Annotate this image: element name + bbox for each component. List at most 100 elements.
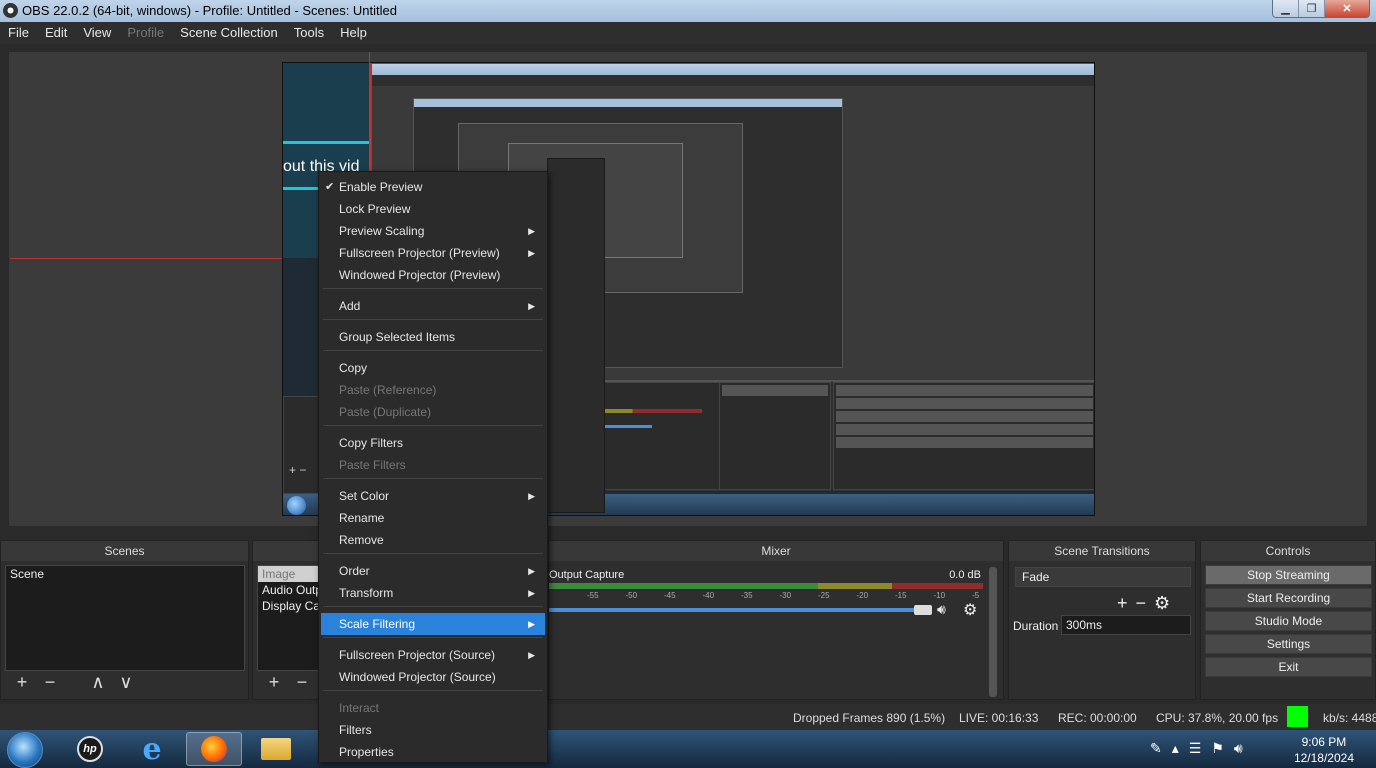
file-explorer-icon[interactable]	[248, 732, 304, 766]
start-button[interactable]	[7, 732, 43, 768]
context-item-rename[interactable]: Rename	[321, 507, 545, 529]
menu-file[interactable]: File	[0, 22, 37, 44]
maximize-button[interactable]: ❐	[1299, 0, 1325, 17]
context-item-set-color[interactable]: Set Color ▶	[321, 485, 545, 507]
obs-logo-icon	[3, 3, 18, 18]
duration-field[interactable]: 300ms	[1061, 615, 1191, 635]
context-item-copy[interactable]: Copy	[321, 357, 545, 379]
gear-icon[interactable]: ⚙	[1154, 593, 1170, 614]
context-item-remove[interactable]: Remove	[321, 529, 545, 551]
volume-slider[interactable]	[549, 608, 923, 612]
context-item-label: Paste (Duplicate)	[339, 405, 432, 419]
recursive-control-button	[836, 437, 1093, 448]
clock-time: 9:06 PM	[1301, 735, 1347, 749]
meter-tick-label: -50	[625, 591, 638, 600]
context-item-group-selected-items[interactable]: Group Selected Items	[321, 326, 545, 348]
context-item-filters[interactable]: Filters	[321, 719, 545, 741]
scenes-list[interactable]: Scene	[5, 565, 245, 671]
firefox-icon[interactable]	[186, 732, 242, 766]
recursive-control-button	[836, 411, 1093, 422]
context-item-preview-scaling[interactable]: Preview Scaling ▶	[321, 220, 545, 242]
hp-icon[interactable]: hp	[62, 732, 118, 766]
context-item-fullscreen-projector-source[interactable]: Fullscreen Projector (Source) ▶	[321, 644, 545, 666]
menu-view[interactable]: View	[75, 22, 119, 44]
context-item-paste-reference: Paste (Reference)	[321, 379, 545, 401]
context-item-add[interactable]: Add ▶	[321, 295, 545, 317]
internet-explorer-icon[interactable]: e	[124, 732, 180, 767]
meter-tick-label: -45	[664, 591, 676, 600]
minimize-button[interactable]: ▁	[1273, 0, 1299, 17]
context-item-paste-filters: Paste Filters	[321, 454, 545, 476]
network-icon[interactable]: ☰	[1189, 740, 1202, 757]
context-item-label: Remove	[339, 533, 384, 547]
context-item-copy-filters[interactable]: Copy Filters	[321, 432, 545, 454]
recursive-fade-select	[722, 385, 828, 396]
windows-taskbar: hp e ✎ ▴ ☰ ⚑ 🔊︎ 9:06 PM 12/18/2024	[0, 730, 1376, 768]
context-item-label: Set Color	[339, 489, 390, 503]
source-item[interactable]: Display Captu	[258, 598, 318, 614]
menu-tools[interactable]: Tools	[286, 22, 332, 44]
close-button[interactable]: ✕	[1325, 0, 1369, 17]
meter-tick-label: -40	[702, 591, 715, 600]
move-down-icon[interactable]: ∨	[113, 671, 139, 693]
pen-icon[interactable]: ✎	[1150, 740, 1162, 757]
volume-slider-handle[interactable]	[914, 605, 933, 615]
menu-help[interactable]: Help	[332, 22, 375, 44]
menu-separator	[323, 478, 543, 479]
stop-streaming-button[interactable]: Stop Streaming	[1205, 565, 1372, 585]
dropped-frames: Dropped Frames 890 (1.5%)	[793, 711, 946, 725]
sources-list[interactable]: Image Audio Outpu Display Captu	[257, 565, 319, 671]
exit-button[interactable]: Exit	[1205, 657, 1372, 677]
menu-edit[interactable]: Edit	[37, 22, 75, 44]
context-item-windowed-projector-preview[interactable]: Windowed Projector (Preview)	[321, 264, 545, 286]
submenu-arrow-icon: ▶	[528, 619, 535, 629]
add-scene-icon[interactable]: +	[9, 671, 35, 693]
transition-select[interactable]: Fade	[1015, 567, 1191, 587]
source-item[interactable]: Image	[258, 566, 318, 582]
status-bar: Dropped Frames 890 (1.5%) LIVE: 00:16:33…	[0, 704, 1376, 730]
remove-source-icon[interactable]: −	[289, 671, 315, 693]
context-item-label: Properties	[339, 745, 394, 759]
recursive-control-button	[836, 398, 1093, 409]
add-source-icon[interactable]: +	[261, 671, 287, 693]
system-clock[interactable]: 9:06 PM 12/18/2024	[1294, 734, 1354, 766]
context-item-order[interactable]: Order ▶	[321, 560, 545, 582]
context-item-label: Windowed Projector (Preview)	[339, 268, 501, 282]
scenes-dock: Scenes Scene + − ∧ ∨	[0, 540, 249, 700]
volume-meter	[549, 583, 983, 589]
sources-toolbar: + −	[261, 671, 315, 693]
move-up-icon[interactable]: ∧	[85, 671, 111, 693]
context-item-scale-filtering[interactable]: Scale Filtering ▶	[321, 613, 545, 635]
start-recording-button[interactable]: Start Recording	[1205, 588, 1372, 608]
context-item-transform[interactable]: Transform ▶	[321, 582, 545, 604]
controls-dock-title: Controls	[1201, 541, 1375, 561]
controls-dock: Controls Stop Streaming Start Recording …	[1200, 540, 1376, 700]
context-item-interact: Interact	[321, 697, 545, 719]
add-transition-icon[interactable]: +	[1117, 593, 1128, 614]
stream-status-indicator	[1287, 706, 1308, 727]
settings-button[interactable]: Settings	[1205, 634, 1372, 654]
window-controls: ▁ ❐ ✕	[1272, 0, 1370, 18]
speaker-icon[interactable]: 🔊︎	[937, 601, 946, 618]
mixer-scrollbar[interactable]	[989, 567, 997, 697]
context-item-properties[interactable]: Properties	[321, 741, 545, 763]
flag-icon[interactable]: ⚑	[1211, 740, 1224, 757]
menu-bar: File Edit View Profile Scene Collection Tools…	[0, 22, 1376, 44]
context-item-enable-preview[interactable]: Enable Preview ✔	[321, 176, 545, 198]
studio-mode-button[interactable]: Studio Mode	[1205, 611, 1372, 631]
scene-item[interactable]: Scene	[6, 566, 244, 582]
clock-date: 12/18/2024	[1293, 751, 1354, 765]
remove-scene-icon[interactable]: −	[37, 671, 63, 693]
context-item-lock-preview[interactable]: Lock Preview	[321, 198, 545, 220]
source-item[interactable]: Audio Outpu	[258, 582, 318, 598]
chevron-up-icon[interactable]: ▴	[1172, 740, 1179, 757]
gear-icon[interactable]: ⚙	[963, 600, 977, 620]
duration-label: Duration	[1013, 619, 1059, 633]
meter-tick-label: -25	[818, 591, 830, 600]
context-item-fullscreen-projector-preview[interactable]: Fullscreen Projector (Preview) ▶	[321, 242, 545, 264]
menu-scene-collection[interactable]: Scene Collection	[172, 22, 286, 44]
speaker-icon[interactable]: 🔊︎	[1234, 740, 1243, 757]
context-item-label: Order	[339, 564, 370, 578]
context-item-windowed-projector-source[interactable]: Windowed Projector (Source)	[321, 666, 545, 688]
remove-transition-icon[interactable]: −	[1136, 593, 1147, 614]
